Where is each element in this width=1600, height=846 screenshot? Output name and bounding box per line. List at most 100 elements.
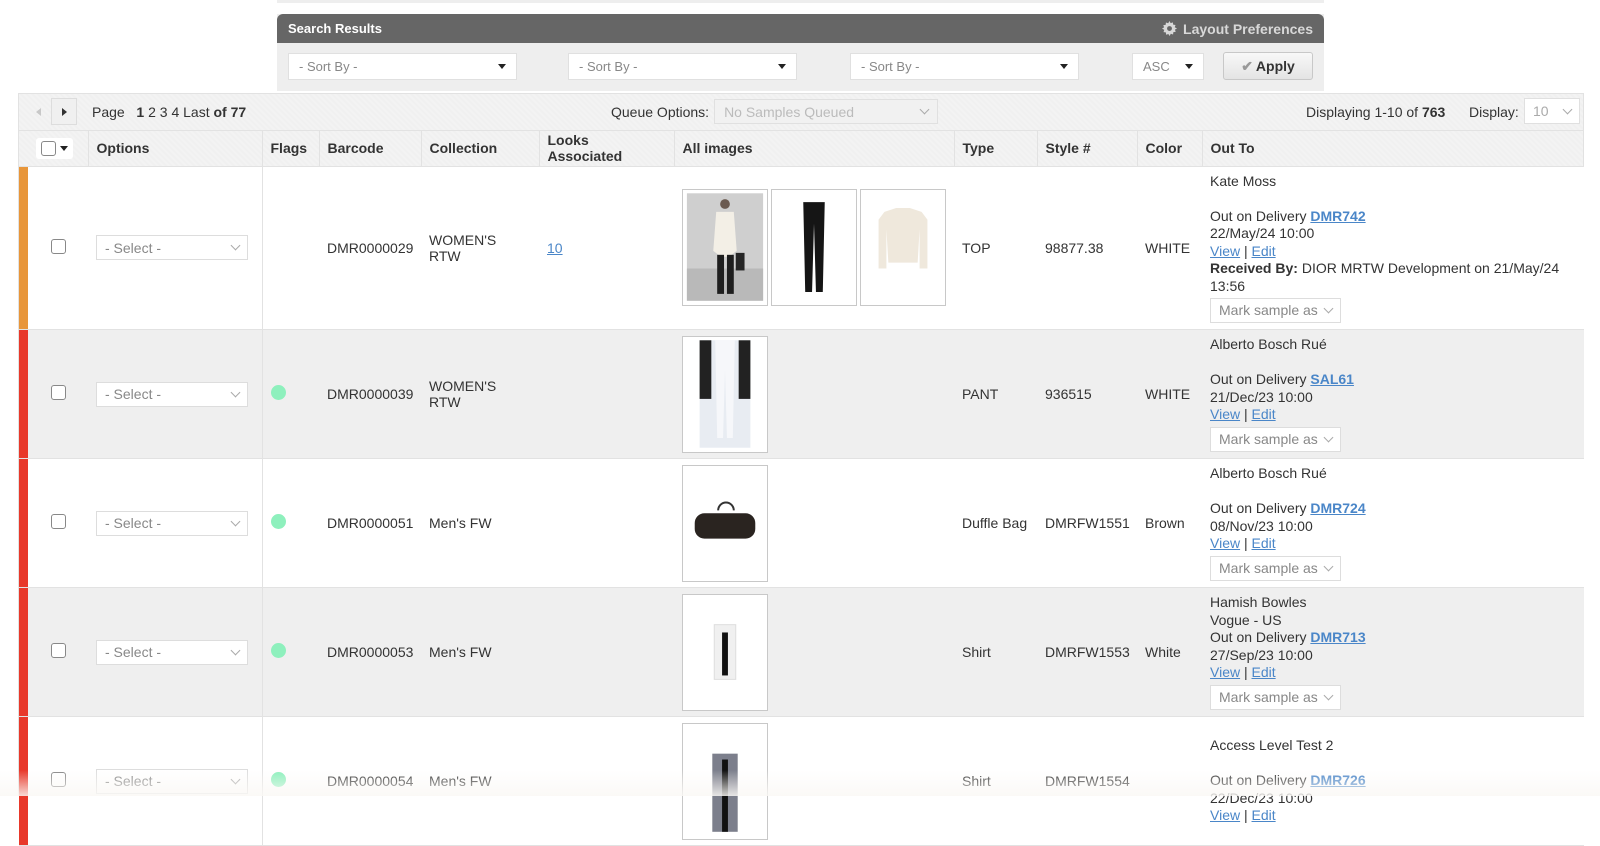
row-options-select[interactable]: - Select - xyxy=(96,510,248,536)
delivery-date: 27/Sep/23 10:00 xyxy=(1210,646,1313,663)
edit-link[interactable]: Edit xyxy=(1252,807,1276,823)
header-style[interactable]: Style # xyxy=(1037,131,1138,167)
edit-link[interactable]: Edit xyxy=(1252,664,1276,680)
row-checkbox[interactable] xyxy=(50,514,66,529)
product-thumbnail[interactable] xyxy=(682,464,768,582)
header-out-to[interactable]: Out To xyxy=(1202,131,1584,167)
delivery-date: 22/May/24 10:00 xyxy=(1210,225,1315,241)
product-thumbnail[interactable] xyxy=(682,189,768,307)
delivery-link[interactable]: SAL61 xyxy=(1310,371,1354,387)
row-options-select[interactable]: - Select - xyxy=(96,381,248,407)
looks-associated-cell xyxy=(539,458,674,588)
header-looks-associated[interactable]: Looks Associated xyxy=(539,131,675,167)
apply-label: Apply xyxy=(1255,58,1295,74)
style-cell: DMRFW1554 xyxy=(1037,716,1137,846)
out-to-details: Hamish Bowles Vogue - US Out on Delivery D… xyxy=(1210,588,1576,716)
flag-dot-icon xyxy=(270,643,286,658)
header-flags[interactable]: Flags xyxy=(262,131,320,167)
view-link[interactable]: View xyxy=(1210,243,1240,259)
previous-page-button[interactable] xyxy=(25,98,51,125)
header-options[interactable]: Options xyxy=(88,131,263,167)
page-link-3[interactable]: 3 xyxy=(160,104,168,120)
table-header-row: Options Flags Barcode Collection Looks A… xyxy=(19,131,1584,167)
color-cell: White xyxy=(1137,587,1202,717)
edit-link[interactable]: Edit xyxy=(1252,535,1276,551)
delivery-link[interactable]: DMR726 xyxy=(1310,772,1365,788)
style-cell: DMRFW1551 xyxy=(1037,458,1137,588)
select-all-dropdown[interactable] xyxy=(36,137,73,159)
delivery-status-label: Out on Delivery xyxy=(1210,500,1307,517)
view-link[interactable]: View xyxy=(1210,406,1240,422)
table-row: - Select - DMR0000029 WOMEN'S RTW 10 TOP… xyxy=(19,166,1584,330)
select-all-checkbox[interactable] xyxy=(41,140,56,156)
view-link[interactable]: View xyxy=(1210,535,1240,551)
row-options-select[interactable]: - Select - xyxy=(96,639,248,665)
queue-options-value: No Samples Queued xyxy=(724,103,855,120)
delivery-link[interactable]: DMR742 xyxy=(1310,208,1365,224)
sort-order-select[interactable]: ASC xyxy=(1132,53,1204,80)
delivery-link[interactable]: DMR713 xyxy=(1310,629,1365,645)
row-checkbox[interactable] xyxy=(50,238,66,254)
page-link-4[interactable]: 4 xyxy=(171,104,179,120)
looks-associated-link[interactable]: 10 xyxy=(547,240,563,256)
chevron-down-icon xyxy=(1562,104,1573,114)
color-cell: WHITE xyxy=(1137,166,1202,330)
out-to-details: Alberto Bosch Rué Out on Delivery SAL61 21… xyxy=(1210,330,1576,458)
flags-cell xyxy=(261,166,319,330)
row-checkbox[interactable] xyxy=(50,772,66,787)
header-all-images[interactable]: All images xyxy=(674,131,955,167)
product-thumbnail[interactable] xyxy=(682,593,768,711)
sort-by-select-2[interactable]: - Sort By - xyxy=(568,53,797,80)
product-thumbnail[interactable] xyxy=(860,189,946,307)
sort-by-select-3[interactable]: - Sort By - xyxy=(850,53,1079,80)
header-collection[interactable]: Collection xyxy=(421,131,540,167)
page-link-1[interactable]: 1 xyxy=(136,104,144,120)
color-cell xyxy=(1137,716,1202,846)
display-per-page-select[interactable]: 10 xyxy=(1524,98,1580,124)
row-checkbox[interactable] xyxy=(50,643,66,658)
looks-associated-cell xyxy=(539,587,674,717)
mark-sample-select[interactable]: Mark sample as xyxy=(1210,298,1341,323)
options-cell: - Select - xyxy=(88,458,262,588)
apply-button[interactable]: ✔ Apply xyxy=(1223,52,1313,80)
edit-link[interactable]: Edit xyxy=(1252,243,1276,259)
images-cell xyxy=(674,716,954,846)
mark-sample-value: Mark sample as xyxy=(1219,688,1318,705)
page-link-last[interactable]: Last xyxy=(183,104,209,120)
status-stripe xyxy=(19,587,28,717)
header-barcode[interactable]: Barcode xyxy=(319,131,422,167)
out-to-name: Alberto Bosch Rué xyxy=(1210,336,1327,353)
options-cell: - Select - xyxy=(88,329,262,459)
header-type[interactable]: Type xyxy=(954,131,1038,167)
next-page-button[interactable] xyxy=(51,98,77,125)
type-cell: Duffle Bag xyxy=(954,458,1037,588)
mark-sample-select[interactable]: Mark sample as xyxy=(1210,684,1341,710)
sort-by-select-1[interactable]: - Sort By - xyxy=(288,53,517,80)
product-thumbnail[interactable] xyxy=(682,335,768,453)
row-options-select[interactable]: - Select - xyxy=(96,768,248,794)
style-cell: 98877.38 xyxy=(1037,166,1137,330)
images-cell xyxy=(674,166,954,330)
view-link[interactable]: View xyxy=(1210,664,1240,680)
product-thumbnail[interactable] xyxy=(771,189,857,307)
out-to-name: Alberto Bosch Rué xyxy=(1210,465,1327,482)
edit-link[interactable]: Edit xyxy=(1252,406,1276,422)
mark-sample-select[interactable]: Mark sample as xyxy=(1210,426,1341,452)
display-label: Display: xyxy=(1469,104,1519,120)
row-options-value: - Select - xyxy=(105,515,162,531)
options-cell: - Select - xyxy=(88,166,262,330)
mark-sample-select[interactable]: Mark sample as xyxy=(1210,555,1341,581)
row-options-select[interactable]: - Select - xyxy=(96,235,248,261)
product-thumbnail[interactable] xyxy=(682,722,768,840)
row-checkbox[interactable] xyxy=(50,385,66,400)
view-link[interactable]: View xyxy=(1210,807,1240,823)
barcode-cell: DMR0000053 xyxy=(319,587,421,717)
out-to-cell: Alberto Bosch Rué Out on Delivery SAL61 21… xyxy=(1202,329,1584,459)
header-color[interactable]: Color xyxy=(1137,131,1203,167)
gear-icon xyxy=(1162,21,1178,36)
layout-preferences-button[interactable]: Layout Preferences xyxy=(1162,21,1313,37)
queue-options-select[interactable]: No Samples Queued xyxy=(714,99,939,124)
page-link-2[interactable]: 2 xyxy=(148,104,156,120)
view-edit-links: View | Edit xyxy=(1210,535,1276,552)
delivery-link[interactable]: DMR724 xyxy=(1310,500,1365,516)
